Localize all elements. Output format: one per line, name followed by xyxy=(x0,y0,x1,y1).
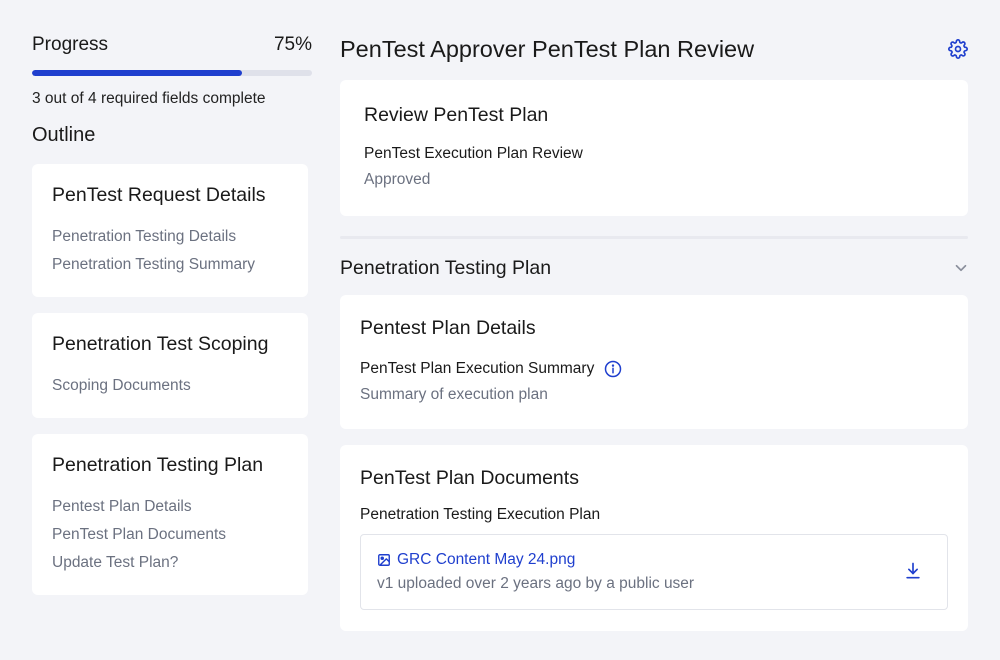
review-pentest-plan-card: Review PenTest Plan PenTest Execution Pl… xyxy=(340,80,968,216)
file-name: GRC Content May 24.png xyxy=(397,551,576,568)
sidebar: Progress 75% 3 out of 4 required fields … xyxy=(32,34,312,595)
main-content: PenTest Approver PenTest Plan Review Rev… xyxy=(340,34,968,631)
outline-item-pentest-plan-documents[interactable]: PenTest Plan Documents xyxy=(52,521,288,549)
page-header: PenTest Approver PenTest Plan Review xyxy=(340,34,968,64)
image-file-icon xyxy=(377,553,391,567)
outline-section-title[interactable]: PenTest Request Details xyxy=(52,184,288,207)
section-divider xyxy=(340,236,968,239)
card-title: Pentest Plan Details xyxy=(360,317,536,339)
field-label: PenTest Execution Plan Review xyxy=(364,145,583,162)
info-icon[interactable] xyxy=(604,360,622,378)
card-title: Review PenTest Plan xyxy=(364,104,549,126)
gear-icon[interactable] xyxy=(948,39,968,59)
progress-bar-fill xyxy=(32,70,242,76)
chevron-down-icon[interactable] xyxy=(952,259,970,277)
page-title: PenTest Approver PenTest Plan Review xyxy=(340,35,755,62)
outline-title: Outline xyxy=(32,124,96,146)
outline-item-penetration-testing-summary[interactable]: Penetration Testing Summary xyxy=(52,251,288,279)
field-value: Summary of execution plan xyxy=(360,386,548,403)
outline-section-title[interactable]: Penetration Testing Plan xyxy=(52,454,288,477)
progress-summary: 3 out of 4 required fields complete xyxy=(32,90,266,107)
section-title: Penetration Testing Plan xyxy=(340,256,552,279)
field-label: Penetration Testing Execution Plan xyxy=(360,506,601,523)
section-header-penetration-testing-plan[interactable]: Penetration Testing Plan xyxy=(340,253,968,283)
outline-section-testing-plan: Penetration Testing Plan Pentest Plan De… xyxy=(32,434,308,595)
progress-label: Progress xyxy=(32,34,109,55)
progress-percent: 75% xyxy=(273,34,312,55)
card-title: PenTest Plan Documents xyxy=(360,467,579,489)
file-link[interactable]: GRC Content May 24.png xyxy=(377,551,931,569)
field-value: Approved xyxy=(364,171,431,188)
field-label: PenTest Plan Execution Summary xyxy=(360,360,595,377)
progress-bar xyxy=(32,70,312,76)
field-label-row: PenTest Plan Execution Summary xyxy=(360,360,948,378)
outline-section-test-scoping: Penetration Test Scoping Scoping Documen… xyxy=(32,313,308,418)
outline-section-title[interactable]: Penetration Test Scoping xyxy=(52,333,288,356)
progress-header: Progress 75% xyxy=(32,34,312,58)
outline-item-penetration-testing-details[interactable]: Penetration Testing Details xyxy=(52,223,288,251)
pentest-plan-details-card: Pentest Plan Details PenTest Plan Execut… xyxy=(340,295,968,429)
file-attachment: GRC Content May 24.png v1 uploaded over … xyxy=(360,534,948,610)
file-meta: v1 uploaded over 2 years ago by a public… xyxy=(377,575,695,592)
outline-item-pentest-plan-details[interactable]: Pentest Plan Details xyxy=(52,493,288,521)
outline-item-scoping-documents[interactable]: Scoping Documents xyxy=(52,372,288,400)
download-icon[interactable] xyxy=(903,561,923,581)
outline-item-update-test-plan[interactable]: Update Test Plan? xyxy=(52,549,288,577)
pentest-plan-documents-card: PenTest Plan Documents Penetration Testi… xyxy=(340,445,968,631)
outline-section-request-details: PenTest Request Details Penetration Test… xyxy=(32,164,308,297)
